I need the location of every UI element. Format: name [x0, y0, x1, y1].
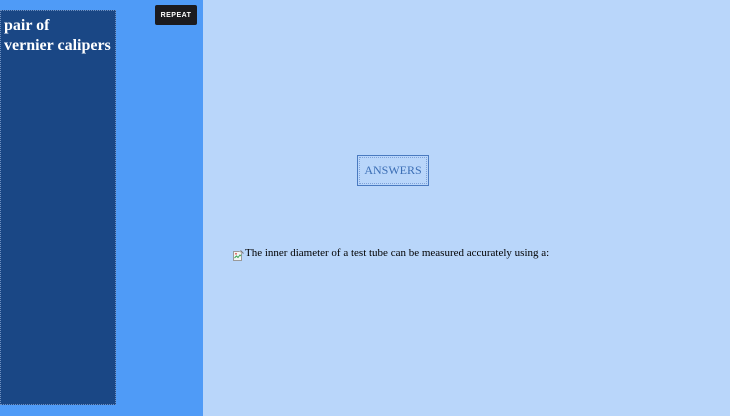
broken-image-icon	[233, 248, 244, 261]
question-text: The inner diameter of a test tube can be…	[245, 247, 550, 259]
answer-text: pair of vernier calipers	[4, 17, 111, 54]
repeat-button[interactable]: REPEAT	[155, 5, 197, 25]
question-row: The inner diameter of a test tube can be…	[233, 246, 550, 261]
left-panel: pair of vernier calipers REPEAT	[0, 0, 203, 416]
answers-button[interactable]: ANSWERS	[357, 155, 429, 186]
answer-card[interactable]: pair of vernier calipers	[0, 10, 116, 405]
